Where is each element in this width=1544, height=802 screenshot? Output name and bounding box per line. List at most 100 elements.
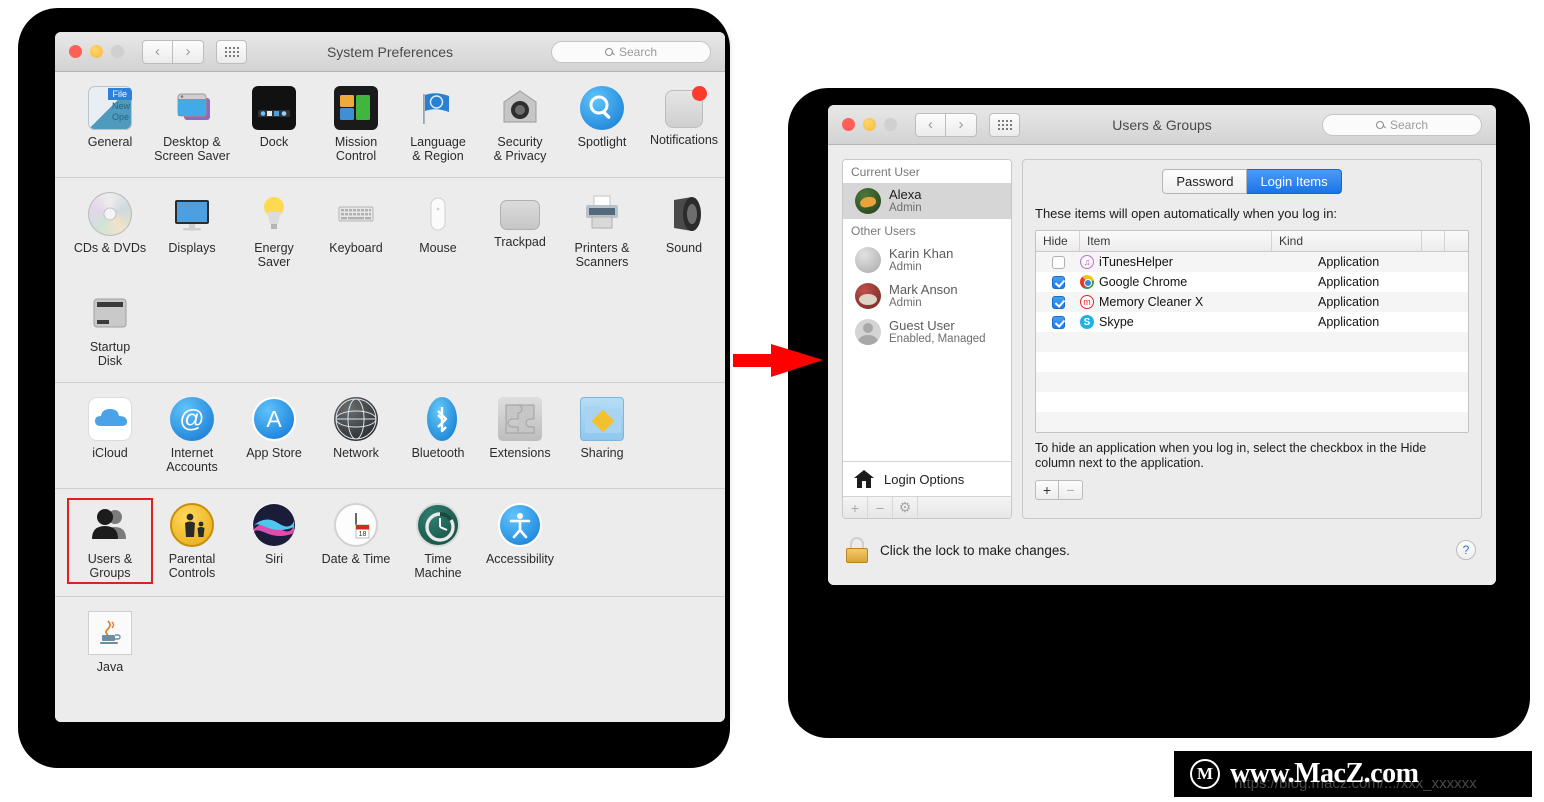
pref-item-network[interactable]: Network bbox=[315, 397, 397, 474]
sidebar-item-login-options[interactable]: Login Options bbox=[843, 461, 1011, 496]
sidebar-item-mark-anson[interactable]: Mark Anson Admin bbox=[843, 278, 1011, 314]
pref-item-siri[interactable]: Siri bbox=[233, 503, 315, 582]
sysprefs-search-field[interactable]: Search bbox=[551, 40, 711, 63]
pref-item-notifications[interactable]: Notifications bbox=[643, 86, 725, 163]
pref-item-dock[interactable]: Dock bbox=[233, 86, 315, 163]
current-user-header: Current User bbox=[843, 160, 1011, 183]
column-header-kind[interactable]: Kind bbox=[1272, 231, 1422, 251]
pref-item-sharing[interactable]: Sharing bbox=[561, 397, 643, 474]
pref-item-printers-scanners[interactable]: Printers & Scanners bbox=[561, 192, 643, 269]
show-all-grid-button[interactable] bbox=[989, 112, 1020, 137]
forward-button[interactable]: › bbox=[173, 39, 204, 64]
item-name: Memory Cleaner X bbox=[1099, 295, 1204, 309]
spotlight-icon bbox=[580, 86, 624, 130]
back-button[interactable]: ‹ bbox=[915, 112, 946, 137]
table-row[interactable]: Google Chrome Application bbox=[1036, 272, 1468, 292]
pref-item-internet-accounts[interactable]: @ Internet Accounts bbox=[151, 397, 233, 474]
gear-icon[interactable]: ⚙ bbox=[893, 497, 918, 518]
lock-icon[interactable] bbox=[846, 537, 868, 563]
watermark-banner: M www.MacZ.com https://blog.macz.com/...… bbox=[1174, 751, 1532, 797]
minimize-button[interactable] bbox=[90, 45, 103, 58]
user-name: Guest User bbox=[889, 318, 955, 333]
column-header-item[interactable]: Item bbox=[1080, 231, 1272, 251]
column-header-extra-1[interactable] bbox=[1422, 231, 1445, 251]
users-bottom-bar: Click the lock to make changes. ? bbox=[842, 519, 1482, 571]
pref-item-desktop-screensaver[interactable]: Desktop & Screen Saver bbox=[151, 86, 233, 163]
siri-icon bbox=[252, 503, 296, 547]
hide-checkbox[interactable] bbox=[1051, 315, 1065, 329]
hide-checkbox-cell[interactable] bbox=[1036, 275, 1080, 289]
login-items-hint: These items will open automatically when… bbox=[1035, 206, 1338, 221]
user-name: Mark Anson bbox=[889, 282, 958, 297]
pref-label: Security & Privacy bbox=[493, 135, 547, 163]
add-login-item-button[interactable]: + bbox=[1035, 480, 1059, 500]
hide-checkbox[interactable] bbox=[1051, 295, 1065, 309]
pref-label: Users & Groups bbox=[87, 552, 133, 580]
add-user-button[interactable]: + bbox=[843, 497, 868, 518]
sidebar-item-karin-khan[interactable]: Karin Khan Admin bbox=[843, 242, 1011, 278]
guest-avatar bbox=[855, 319, 881, 345]
pref-label: CDs & DVDs bbox=[73, 241, 147, 255]
help-button[interactable]: ? bbox=[1456, 540, 1476, 560]
pref-item-parental-controls[interactable]: Parental Controls bbox=[151, 503, 233, 582]
pref-item-cds-dvds[interactable]: CDs & DVDs bbox=[69, 192, 151, 269]
sidebar-item-guest-user[interactable]: Guest User Enabled, Managed bbox=[843, 314, 1011, 350]
tab-login-items[interactable]: Login Items bbox=[1247, 169, 1342, 194]
zoom-button[interactable] bbox=[111, 45, 124, 58]
pref-item-displays[interactable]: Displays bbox=[151, 192, 233, 269]
item-cell: ♫ iTunesHelper bbox=[1080, 255, 1318, 269]
hide-checkbox-cell[interactable] bbox=[1036, 315, 1080, 329]
remove-login-item-button[interactable]: − bbox=[1059, 480, 1083, 500]
pref-item-language-region[interactable]: Language & Region bbox=[397, 86, 479, 163]
zoom-button[interactable] bbox=[884, 118, 897, 131]
pref-item-extensions[interactable]: Extensions bbox=[479, 397, 561, 474]
pref-item-spotlight[interactable]: Spotlight bbox=[561, 86, 643, 163]
remove-user-button[interactable]: − bbox=[868, 497, 893, 518]
pref-item-security-privacy[interactable]: Security & Privacy bbox=[479, 86, 561, 163]
column-header-extra-2[interactable] bbox=[1445, 231, 1468, 251]
pref-item-trackpad[interactable]: Trackpad bbox=[479, 192, 561, 269]
hide-checkbox[interactable] bbox=[1051, 255, 1065, 269]
pref-item-time-machine[interactable]: Time Machine bbox=[397, 503, 479, 582]
tab-password[interactable]: Password bbox=[1162, 169, 1248, 194]
pref-item-energy-saver[interactable]: Energy Saver bbox=[233, 192, 315, 269]
hide-checkbox-cell[interactable] bbox=[1036, 295, 1080, 309]
time-machine-icon bbox=[416, 503, 460, 547]
chrome-icon bbox=[1080, 275, 1094, 289]
pref-item-bluetooth[interactable]: Bluetooth bbox=[397, 397, 479, 474]
pref-item-java[interactable]: Java bbox=[69, 611, 151, 674]
pref-item-keyboard[interactable]: Keyboard bbox=[315, 192, 397, 269]
table-row[interactable]: S Skype Application bbox=[1036, 312, 1468, 332]
show-all-grid-button[interactable] bbox=[216, 39, 247, 64]
home-icon bbox=[853, 469, 875, 489]
pref-item-date-time[interactable]: 18 Date & Time bbox=[315, 503, 397, 582]
pref-item-mission-control[interactable]: Mission Control bbox=[315, 86, 397, 163]
pref-item-general[interactable]: General bbox=[69, 86, 151, 163]
hide-checkbox[interactable] bbox=[1051, 275, 1065, 289]
sidebar-item-alexa[interactable]: Alexa Admin bbox=[843, 183, 1011, 219]
table-row[interactable]: ♫ iTunesHelper Application bbox=[1036, 252, 1468, 272]
pref-item-app-store[interactable]: A App Store bbox=[233, 397, 315, 474]
hide-checkbox-cell[interactable] bbox=[1036, 255, 1080, 269]
pref-item-mouse[interactable]: Mouse bbox=[397, 192, 479, 269]
users-sidebar: Current User Alexa Admin Other Users Kar… bbox=[842, 159, 1012, 519]
minimize-button[interactable] bbox=[863, 118, 876, 131]
pref-label: Siri bbox=[264, 552, 284, 566]
forward-button[interactable]: › bbox=[946, 112, 977, 137]
pref-item-accessibility[interactable]: Accessibility bbox=[479, 503, 561, 582]
close-button[interactable] bbox=[842, 118, 855, 131]
users-search-field[interactable]: Search bbox=[1322, 113, 1482, 136]
pref-label: Network bbox=[333, 446, 379, 460]
column-header-hide[interactable]: Hide bbox=[1036, 231, 1080, 251]
security-privacy-icon bbox=[498, 86, 542, 130]
pref-item-users-groups[interactable]: Users & Groups bbox=[67, 498, 153, 584]
back-button[interactable]: ‹ bbox=[142, 39, 173, 64]
table-row[interactable]: m Memory Cleaner X Application bbox=[1036, 292, 1468, 312]
table-empty-row bbox=[1036, 332, 1468, 352]
sysprefs-search-placeholder: Search bbox=[618, 44, 658, 59]
close-button[interactable] bbox=[69, 45, 82, 58]
pref-item-sound[interactable]: Sound bbox=[643, 192, 725, 269]
pref-item-icloud[interactable]: iCloud bbox=[69, 397, 151, 474]
pref-item-startup-disk[interactable]: Startup Disk bbox=[69, 291, 151, 368]
